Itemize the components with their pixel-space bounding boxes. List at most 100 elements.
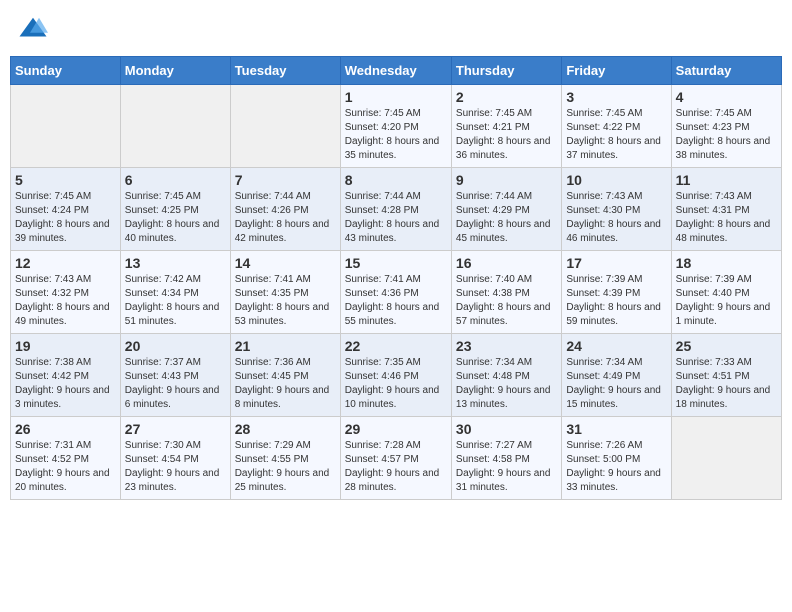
- calendar-cell: 26 Sunrise: 7:31 AM Sunset: 4:52 PM Dayli…: [11, 417, 121, 500]
- calendar-cell: 30 Sunrise: 7:27 AM Sunset: 4:58 PM Dayli…: [451, 417, 561, 500]
- day-number: 6: [125, 172, 226, 188]
- calendar-cell: 7Sunrise: 7:44 AM Sunset: 4:26 PM Daylig…: [230, 168, 340, 251]
- day-number: 12: [15, 255, 116, 271]
- calendar-cell: 24 Sunrise: 7:34 AM Sunset: 4:49 PM Dayli…: [562, 334, 671, 417]
- day-info: Sunrise: 7:29 AM Sunset: 4:55 PM Dayligh…: [235, 439, 336, 495]
- day-number: 2: [456, 89, 557, 105]
- day-number: 24: [566, 338, 666, 354]
- day-number: 9: [456, 172, 557, 188]
- day-info: Sunrise: 7:43 AM Sunset: 4:30 PM Dayligh…: [566, 190, 666, 246]
- calendar-week-row: 26 Sunrise: 7:31 AM Sunset: 4:52 PM Dayli…: [11, 417, 782, 500]
- calendar-cell: 3Sunrise: 7:45 AM Sunset: 4:22 PM Daylig…: [562, 85, 671, 168]
- calendar-cell: 21 Sunrise: 7:36 AM Sunset: 4:45 PM Dayli…: [230, 334, 340, 417]
- day-number: 25: [676, 338, 777, 354]
- day-info: Sunrise: 7:45 AM Sunset: 4:25 PM Dayligh…: [125, 190, 226, 246]
- day-number: 10: [566, 172, 666, 188]
- calendar-week-row: 1 Sunrise: 7:45 AM Sunset: 4:20 PM Daylig…: [11, 85, 782, 168]
- day-number: 30: [456, 421, 557, 437]
- day-number: 19: [15, 338, 116, 354]
- calendar-cell: 19 Sunrise: 7:38 AM Sunset: 4:42 PM Dayli…: [11, 334, 121, 417]
- day-number: 15: [345, 255, 447, 271]
- day-info: Sunrise: 7:43 AM Sunset: 4:32 PM Dayligh…: [15, 273, 116, 329]
- day-number: 4: [676, 89, 777, 105]
- day-info: Sunrise: 7:41 AM Sunset: 4:36 PM Dayligh…: [345, 273, 447, 329]
- day-header-thursday: Thursday: [451, 57, 561, 85]
- day-info: Sunrise: 7:34 AM Sunset: 4:49 PM Dayligh…: [566, 356, 666, 412]
- day-number: 28: [235, 421, 336, 437]
- day-number: 21: [235, 338, 336, 354]
- day-info: Sunrise: 7:44 AM Sunset: 4:29 PM Dayligh…: [456, 190, 557, 246]
- day-info: Sunrise: 7:44 AM Sunset: 4:28 PM Dayligh…: [345, 190, 447, 246]
- day-info: Sunrise: 7:38 AM Sunset: 4:42 PM Dayligh…: [15, 356, 116, 412]
- calendar-cell: 25 Sunrise: 7:33 AM Sunset: 4:51 PM Dayli…: [671, 334, 781, 417]
- calendar-cell: 6 Sunrise: 7:45 AM Sunset: 4:25 PM Daylig…: [120, 168, 230, 251]
- calendar-cell: 20Sunrise: 7:37 AM Sunset: 4:43 PM Dayli…: [120, 334, 230, 417]
- logo: [18, 14, 50, 44]
- day-number: 18: [676, 255, 777, 271]
- day-info: Sunrise: 7:35 AM Sunset: 4:46 PM Dayligh…: [345, 356, 447, 412]
- day-number: 13: [125, 255, 226, 271]
- calendar-cell: [230, 85, 340, 168]
- calendar-cell: 5 Sunrise: 7:45 AM Sunset: 4:24 PM Daylig…: [11, 168, 121, 251]
- day-info: Sunrise: 7:28 AM Sunset: 4:57 PM Dayligh…: [345, 439, 447, 495]
- calendar-cell: 9 Sunrise: 7:44 AM Sunset: 4:29 PM Daylig…: [451, 168, 561, 251]
- day-info: Sunrise: 7:45 AM Sunset: 4:24 PM Dayligh…: [15, 190, 116, 246]
- day-info: Sunrise: 7:27 AM Sunset: 4:58 PM Dayligh…: [456, 439, 557, 495]
- day-info: Sunrise: 7:42 AM Sunset: 4:34 PM Dayligh…: [125, 273, 226, 329]
- day-number: 11: [676, 172, 777, 188]
- calendar: SundayMondayTuesdayWednesdayThursdayFrid…: [10, 56, 782, 500]
- day-number: 8: [345, 172, 447, 188]
- calendar-cell: 31Sunrise: 7:26 AM Sunset: 5:00 PM Dayli…: [562, 417, 671, 500]
- calendar-cell: 22 Sunrise: 7:35 AM Sunset: 4:46 PM Dayli…: [340, 334, 451, 417]
- day-number: 7: [235, 172, 336, 188]
- calendar-cell: [11, 85, 121, 168]
- calendar-cell: 8 Sunrise: 7:44 AM Sunset: 4:28 PM Daylig…: [340, 168, 451, 251]
- day-info: Sunrise: 7:45 AM Sunset: 4:21 PM Dayligh…: [456, 107, 557, 163]
- day-info: Sunrise: 7:45 AM Sunset: 4:23 PM Dayligh…: [676, 107, 777, 163]
- day-number: 14: [235, 255, 336, 271]
- day-number: 3: [566, 89, 666, 105]
- day-info: Sunrise: 7:31 AM Sunset: 4:52 PM Dayligh…: [15, 439, 116, 495]
- day-info: Sunrise: 7:36 AM Sunset: 4:45 PM Dayligh…: [235, 356, 336, 412]
- day-number: 22: [345, 338, 447, 354]
- calendar-cell: 28 Sunrise: 7:29 AM Sunset: 4:55 PM Dayli…: [230, 417, 340, 500]
- day-info: Sunrise: 7:34 AM Sunset: 4:48 PM Dayligh…: [456, 356, 557, 412]
- calendar-header-row: SundayMondayTuesdayWednesdayThursdayFrid…: [11, 57, 782, 85]
- day-number: 27: [125, 421, 226, 437]
- calendar-cell: 29 Sunrise: 7:28 AM Sunset: 4:57 PM Dayli…: [340, 417, 451, 500]
- day-number: 26: [15, 421, 116, 437]
- calendar-cell: 11Sunrise: 7:43 AM Sunset: 4:31 PM Dayli…: [671, 168, 781, 251]
- day-info: Sunrise: 7:39 AM Sunset: 4:40 PM Dayligh…: [676, 273, 777, 329]
- calendar-cell: 12 Sunrise: 7:43 AM Sunset: 4:32 PM Dayli…: [11, 251, 121, 334]
- day-header-wednesday: Wednesday: [340, 57, 451, 85]
- calendar-cell: 10 Sunrise: 7:43 AM Sunset: 4:30 PM Dayli…: [562, 168, 671, 251]
- calendar-cell: 17Sunrise: 7:39 AM Sunset: 4:39 PM Dayli…: [562, 251, 671, 334]
- day-info: Sunrise: 7:39 AM Sunset: 4:39 PM Dayligh…: [566, 273, 666, 329]
- day-header-monday: Monday: [120, 57, 230, 85]
- calendar-cell: 1 Sunrise: 7:45 AM Sunset: 4:20 PM Daylig…: [340, 85, 451, 168]
- day-info: Sunrise: 7:33 AM Sunset: 4:51 PM Dayligh…: [676, 356, 777, 412]
- calendar-cell: 13 Sunrise: 7:42 AM Sunset: 4:34 PM Dayli…: [120, 251, 230, 334]
- day-info: Sunrise: 7:45 AM Sunset: 4:20 PM Dayligh…: [345, 107, 447, 163]
- calendar-cell: [671, 417, 781, 500]
- day-header-tuesday: Tuesday: [230, 57, 340, 85]
- logo-icon: [18, 14, 48, 44]
- calendar-cell: 27Sunrise: 7:30 AM Sunset: 4:54 PM Dayli…: [120, 417, 230, 500]
- day-info: Sunrise: 7:26 AM Sunset: 5:00 PM Dayligh…: [566, 439, 666, 495]
- calendar-cell: 2 Sunrise: 7:45 AM Sunset: 4:21 PM Daylig…: [451, 85, 561, 168]
- day-number: 23: [456, 338, 557, 354]
- calendar-week-row: 5 Sunrise: 7:45 AM Sunset: 4:24 PM Daylig…: [11, 168, 782, 251]
- calendar-cell: [120, 85, 230, 168]
- day-number: 1: [345, 89, 447, 105]
- calendar-cell: 18 Sunrise: 7:39 AM Sunset: 4:40 PM Dayli…: [671, 251, 781, 334]
- day-header-saturday: Saturday: [671, 57, 781, 85]
- day-info: Sunrise: 7:37 AM Sunset: 4:43 PM Dayligh…: [125, 356, 226, 412]
- calendar-cell: 23 Sunrise: 7:34 AM Sunset: 4:48 PM Dayli…: [451, 334, 561, 417]
- day-number: 5: [15, 172, 116, 188]
- header: [10, 10, 782, 48]
- calendar-week-row: 12 Sunrise: 7:43 AM Sunset: 4:32 PM Dayli…: [11, 251, 782, 334]
- calendar-cell: 14Sunrise: 7:41 AM Sunset: 4:35 PM Dayli…: [230, 251, 340, 334]
- calendar-cell: 16Sunrise: 7:40 AM Sunset: 4:38 PM Dayli…: [451, 251, 561, 334]
- day-number: 29: [345, 421, 447, 437]
- calendar-week-row: 19 Sunrise: 7:38 AM Sunset: 4:42 PM Dayli…: [11, 334, 782, 417]
